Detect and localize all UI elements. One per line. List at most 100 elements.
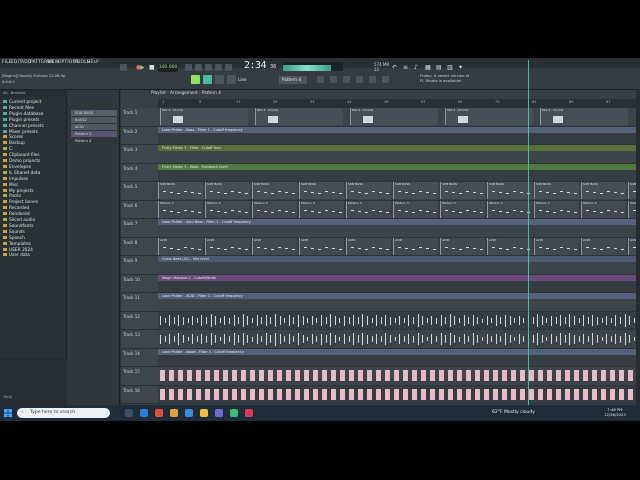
browser-toggle-button[interactable] <box>382 76 389 83</box>
pattern-clip[interactable]: ACID <box>534 237 579 255</box>
track-lane[interactable]: SUB BASS SUB BASS SUB BASS SUB BASS SUB BASS… <box>158 182 640 201</box>
weather-widget[interactable]: 62°F Mostly cloudy <box>492 410 535 415</box>
track-lane[interactable]: Magic Maestro 2 - Cutoff/Width <box>158 274 640 293</box>
sample-clip[interactable] <box>223 388 228 400</box>
system-clock[interactable]: 7:48 PM 12/26/2023 <box>604 407 626 417</box>
audio-clip[interactable]: Pad 4 - Drums <box>255 108 343 125</box>
sample-clip[interactable] <box>619 388 624 400</box>
track-header[interactable]: Track 15 <box>121 367 158 386</box>
sample-clip[interactable] <box>358 388 363 400</box>
sample-clip[interactable] <box>592 370 597 381</box>
automation-clip[interactable]: Fruity Delay 3 - Wow - Feedback level <box>158 163 640 170</box>
sample-clip[interactable] <box>628 370 633 381</box>
sample-clip[interactable] <box>322 370 327 381</box>
sample-clip[interactable] <box>511 388 516 400</box>
slice-mode-button[interactable] <box>215 75 224 84</box>
browser-item[interactable]: Misc <box>3 182 19 188</box>
fl-studio-icon[interactable] <box>170 409 178 417</box>
sample-clip[interactable] <box>520 388 525 400</box>
browser-item[interactable]: Speech <box>3 235 25 241</box>
sample-clip[interactable] <box>484 388 489 400</box>
tags-label[interactable]: TAGS <box>3 395 12 399</box>
menu-help[interactable]: HELP <box>87 58 99 68</box>
sample-clip[interactable] <box>466 370 471 381</box>
store-icon[interactable] <box>215 409 223 417</box>
automation-clip[interactable]: Love Philter - Bass - Filter 1 - Cutoff … <box>158 126 640 133</box>
sample-clip[interactable] <box>277 370 282 381</box>
browser-item[interactable]: Current project <box>3 100 41 105</box>
sample-clip[interactable] <box>286 370 291 381</box>
track-header[interactable]: Track 5 <box>121 182 158 201</box>
sample-clip[interactable] <box>430 388 435 400</box>
sample-clip[interactable] <box>160 370 165 381</box>
sample-clip[interactable] <box>421 388 426 400</box>
track-lane[interactable]: Pattern 3 Pattern 3 Pattern 3 Pattern 3 Patt… <box>158 200 640 219</box>
mixer-icon[interactable]: ≡ <box>403 64 408 71</box>
browser-item[interactable]: Demo projects <box>3 159 40 164</box>
pattern-clip[interactable]: ACID <box>487 237 532 255</box>
sample-clip[interactable] <box>628 388 633 400</box>
sample-clip[interactable] <box>187 370 192 381</box>
channel-rack-button[interactable] <box>330 76 337 83</box>
sample-clip[interactable] <box>547 388 552 400</box>
browser-item[interactable]: User data <box>3 253 30 258</box>
browser-item[interactable]: Mixer presets <box>3 129 38 135</box>
channel-rack-icon[interactable]: ▦ <box>425 64 431 71</box>
sample-clip[interactable] <box>259 370 264 381</box>
sample-clip[interactable] <box>286 388 291 400</box>
track-lane[interactable]: Pad 4 - Drums Pad 4 - Drums Pad 4 - Drums P… <box>158 108 640 127</box>
sample-clip[interactable] <box>457 370 462 381</box>
sample-clip[interactable] <box>214 370 219 381</box>
task-view-icon[interactable] <box>125 409 133 417</box>
track-lane[interactable]: Love Philter - Bass - Filter 1 - Cutoff … <box>158 126 640 145</box>
sample-clip[interactable] <box>592 388 597 400</box>
track-lane[interactable] <box>158 367 640 386</box>
sample-clip[interactable] <box>295 388 300 400</box>
paint-mode-button[interactable] <box>203 75 212 84</box>
browser-item[interactable]: Soundfonts <box>3 223 33 229</box>
pattern-clip[interactable]: Pattern 3 <box>393 200 438 218</box>
picker-item[interactable]: BASS2 <box>71 117 117 123</box>
sample-clip[interactable] <box>313 370 318 381</box>
sample-clip[interactable] <box>520 370 525 381</box>
sample-clip[interactable] <box>295 370 300 381</box>
sample-clip[interactable] <box>223 370 228 381</box>
browser-icon[interactable]: ▥ <box>447 64 453 71</box>
pattern-clip[interactable]: ACID <box>440 237 485 255</box>
sample-clip[interactable] <box>466 388 471 400</box>
picker-item[interactable]: Pattern 4 <box>71 138 117 144</box>
sample-clip[interactable] <box>565 370 570 381</box>
sample-clip[interactable] <box>205 370 210 381</box>
news-panel[interactable]: Friday: A newer version of FL Studio is … <box>420 73 469 83</box>
sample-clip[interactable] <box>412 388 417 400</box>
record-icon[interactable]: ● <box>136 64 141 71</box>
browser-item[interactable]: C: <box>3 147 13 152</box>
pattern-clip[interactable]: ACID <box>252 237 297 255</box>
sample-clip[interactable] <box>457 388 462 400</box>
track-header[interactable]: Track 14 <box>121 348 158 367</box>
sample-clip[interactable] <box>241 370 246 381</box>
sample-clip[interactable] <box>214 388 219 400</box>
pattern-clip[interactable]: Pattern 3 <box>440 200 485 218</box>
track-header[interactable]: Track 11 <box>121 293 158 312</box>
pattern-clip[interactable]: Pattern 3 <box>158 200 203 218</box>
browser-item[interactable]: Plugin presets <box>3 117 39 123</box>
sample-clip[interactable] <box>574 388 579 400</box>
snap-selector[interactable]: Line <box>238 76 256 84</box>
browser-item[interactable]: Plugin database <box>3 111 43 117</box>
timeline-ruler[interactable]: 1 9 17 25 33 41 49 57 65 73 81 89 97 <box>158 99 640 108</box>
pattern-clip[interactable]: SUB BASS <box>299 182 344 199</box>
browser-item[interactable]: Sliced audio <box>3 218 35 223</box>
sample-clip[interactable] <box>178 388 183 400</box>
microphone-icon[interactable]: ♪ <box>414 64 418 71</box>
sample-clip[interactable] <box>268 388 273 400</box>
sample-clip[interactable] <box>187 388 192 400</box>
track-header[interactable]: Track 3 <box>121 145 158 164</box>
pattern-clip[interactable]: ACID <box>205 237 250 255</box>
browser-item[interactable]: Envelopes <box>3 164 31 170</box>
pattern-clip[interactable]: SUB BASS <box>205 182 250 199</box>
pattern-clip[interactable]: SUB BASS <box>534 182 579 199</box>
sample-clip[interactable] <box>340 370 345 381</box>
track-header[interactable]: Track 10 <box>121 274 158 293</box>
track-lane[interactable]: Love Philter - Acid Bass - Filter 1 - Cu… <box>158 219 640 238</box>
